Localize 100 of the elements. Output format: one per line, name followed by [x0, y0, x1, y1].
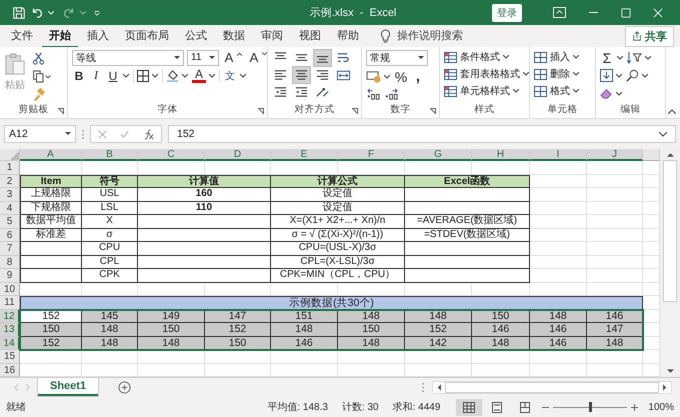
- ribbon-tab[interactable]: 视图: [292, 24, 328, 48]
- scroll-up-icon[interactable]: [666, 152, 674, 157]
- empty-cell[interactable]: [205, 350, 271, 364]
- column-header[interactable]: F: [338, 149, 405, 161]
- normal-view-icon[interactable]: [456, 398, 482, 416]
- table-cell[interactable]: 148: [82, 323, 138, 336]
- login-button[interactable]: 登录: [492, 4, 522, 22]
- row-header[interactable]: 4: [0, 202, 20, 215]
- phonetic-guide-button[interactable]: 文: [223, 68, 237, 82]
- decrease-indent-icon[interactable]: [272, 84, 289, 100]
- empty-cell[interactable]: [271, 350, 338, 364]
- fill-down-icon[interactable]: [600, 69, 613, 82]
- maximize-icon[interactable]: [621, 8, 631, 18]
- ribbon-tab[interactable]: 数据: [216, 24, 252, 48]
- row-header[interactable]: 7: [0, 242, 20, 256]
- save-icon[interactable]: [12, 6, 26, 20]
- row-header[interactable]: 11: [0, 296, 20, 310]
- caret-icon[interactable]: [617, 56, 623, 60]
- caret-icon[interactable]: [642, 74, 648, 78]
- table-cell[interactable]: 146: [472, 323, 530, 336]
- column-header[interactable]: I: [530, 149, 587, 161]
- row-header[interactable]: 16: [0, 364, 20, 377]
- row-header[interactable]: 3: [0, 188, 20, 202]
- row-header[interactable]: 1: [0, 161, 20, 174]
- eraser-icon[interactable]: [600, 88, 613, 99]
- column-header[interactable]: J: [587, 149, 643, 161]
- table-cell[interactable]: 147: [587, 323, 643, 336]
- empty-cell[interactable]: [338, 350, 405, 364]
- dialog-launcher-icon[interactable]: [258, 108, 264, 114]
- styles-menu-button[interactable]: 条件格式: [444, 50, 509, 64]
- bold-button[interactable]: B: [72, 68, 86, 82]
- empty-cell[interactable]: [587, 269, 643, 282]
- sheet-tab[interactable]: Sheet1: [38, 378, 98, 396]
- ribbon-display-options-icon[interactable]: [553, 7, 566, 18]
- row-header[interactable]: 10: [0, 282, 20, 296]
- empty-cell[interactable]: [587, 215, 643, 228]
- font-name-dropdown[interactable]: 等线: [72, 50, 184, 66]
- ribbon-tab[interactable]: 文件: [4, 24, 40, 48]
- align-center-icon[interactable]: [293, 67, 310, 83]
- autosum-button[interactable]: Σ: [600, 50, 614, 66]
- scroll-left-icon[interactable]: [437, 384, 441, 391]
- caret-icon[interactable]: [182, 74, 188, 78]
- search-icon[interactable]: [626, 69, 639, 82]
- add-sheet-icon[interactable]: [118, 381, 132, 394]
- table-cell[interactable]: 146: [530, 323, 587, 336]
- column-header[interactable]: B: [82, 149, 138, 161]
- empty-cell[interactable]: [587, 202, 643, 215]
- tell-me-search-field[interactable]: 操作说明搜索: [391, 29, 599, 43]
- caret-icon[interactable]: [645, 56, 651, 60]
- borders-icon[interactable]: [137, 70, 149, 82]
- caret-icon[interactable]: [240, 74, 246, 78]
- increase-font-size-button[interactable]: A: [222, 50, 236, 65]
- zoom-in-icon[interactable]: [631, 404, 638, 410]
- ribbon-tab[interactable]: 帮助: [330, 24, 366, 48]
- increase-decimal-icon[interactable]: [366, 88, 381, 101]
- empty-cell[interactable]: [587, 350, 643, 364]
- comma-style-button[interactable]: ,: [411, 68, 425, 85]
- dialog-launcher-icon[interactable]: [430, 108, 436, 114]
- row-header[interactable]: 13: [0, 323, 20, 336]
- table-cell[interactable]: 152: [405, 323, 472, 336]
- fill-color-icon[interactable]: [166, 69, 179, 82]
- caret-icon[interactable]: [384, 74, 390, 78]
- percent-style-button[interactable]: %: [394, 68, 408, 84]
- column-header[interactable]: D: [205, 149, 271, 161]
- empty-cell[interactable]: [82, 350, 138, 364]
- empty-cell[interactable]: [405, 350, 472, 364]
- scroll-down-icon[interactable]: [666, 369, 674, 374]
- empty-cell[interactable]: [587, 188, 643, 202]
- empty-cell[interactable]: [530, 161, 587, 174]
- row-header[interactable]: 6: [0, 228, 20, 242]
- empty-cell[interactable]: [587, 161, 643, 174]
- table-cell[interactable]: 152: [205, 323, 271, 336]
- customize-toolbar-icon[interactable]: [94, 10, 100, 16]
- formula-input[interactable]: 152: [168, 125, 676, 143]
- ribbon-tab[interactable]: 公式: [178, 24, 214, 48]
- dialog-launcher-icon[interactable]: [58, 108, 64, 114]
- table-cell[interactable]: 148: [271, 323, 338, 336]
- row-header[interactable]: 2: [0, 174, 20, 188]
- caret-icon[interactable]: [123, 74, 129, 78]
- name-box[interactable]: A12: [4, 125, 76, 143]
- empty-cell[interactable]: [530, 350, 587, 364]
- decrease-font-size-button[interactable]: A: [247, 50, 261, 65]
- cells-menu-button[interactable]: 格式: [534, 84, 579, 98]
- align-right-icon[interactable]: [314, 67, 331, 83]
- row-header[interactable]: 15: [0, 350, 20, 364]
- styles-menu-button[interactable]: 套用表格格式: [444, 67, 529, 81]
- zoom-slider-thumb[interactable]: [589, 402, 592, 412]
- increase-indent-icon[interactable]: [293, 84, 310, 100]
- insert-function-icon[interactable]: [143, 128, 154, 140]
- caret-icon[interactable]: [152, 74, 158, 78]
- column-header[interactable]: A: [20, 149, 82, 161]
- empty-cell[interactable]: [587, 242, 643, 256]
- share-button[interactable]: 共享: [625, 26, 674, 46]
- zoom-level[interactable]: 100%: [648, 402, 674, 412]
- close-icon[interactable]: [653, 8, 663, 18]
- scrollbar-thumb[interactable]: [663, 160, 677, 302]
- align-bottom-icon[interactable]: [314, 50, 331, 66]
- ribbon-tab[interactable]: 插入: [80, 24, 116, 48]
- caret-icon[interactable]: [209, 74, 215, 78]
- empty-cell[interactable]: [472, 350, 530, 364]
